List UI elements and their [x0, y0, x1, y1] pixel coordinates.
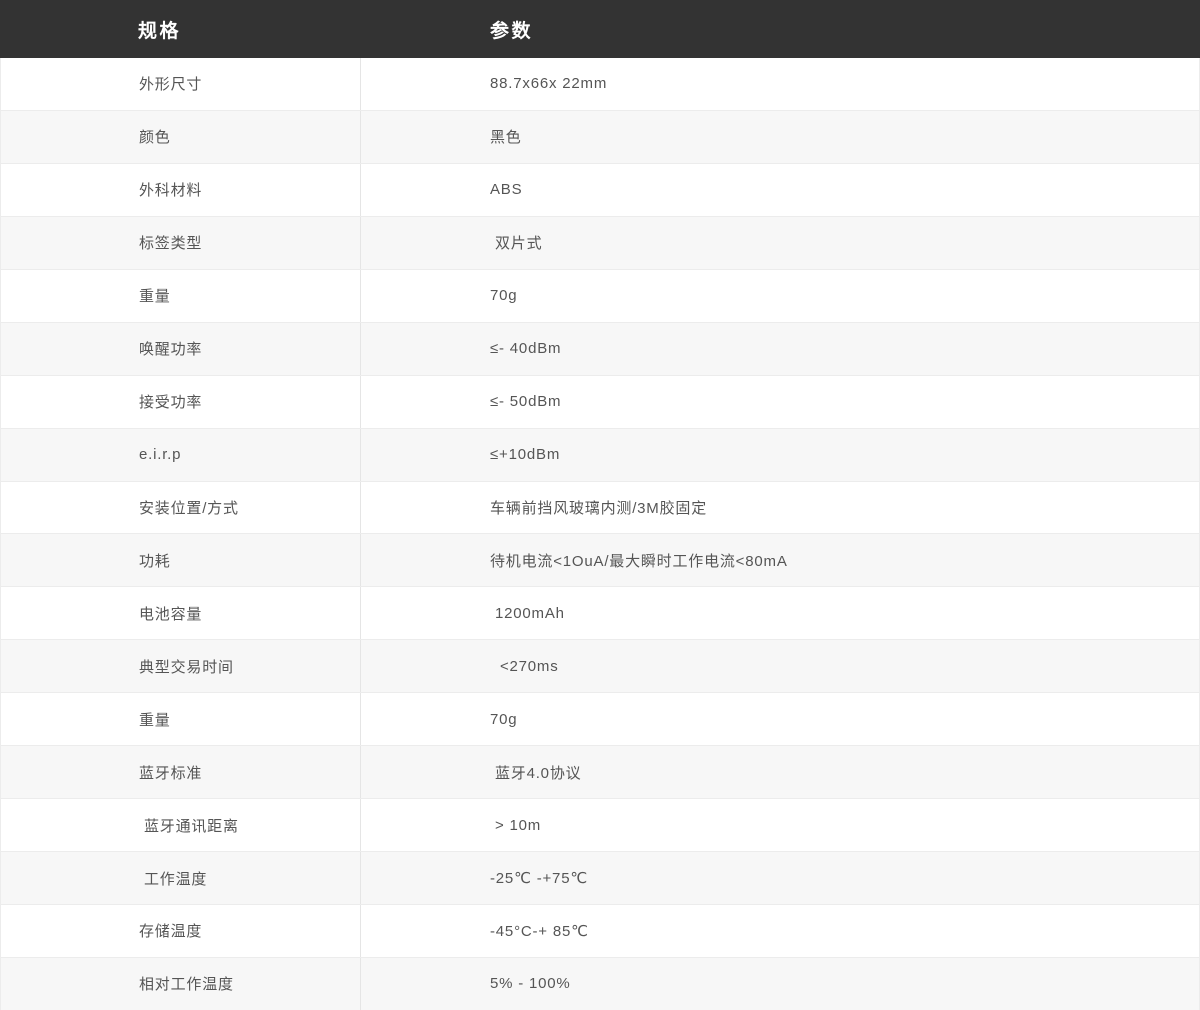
table-row: 唤醒功率 ≤- 40dBm [1, 323, 1199, 376]
table-row: 工作温度 -25℃ -+75℃ [1, 852, 1199, 905]
value-cell: 1200mAh [361, 587, 1199, 639]
table-row: 典型交易时间 <270ms [1, 640, 1199, 693]
value-cell: -45°C-+ 85℃ [361, 905, 1199, 957]
spec-cell: 重量 [1, 270, 361, 322]
value-cell: ≤+10dBm [361, 429, 1199, 481]
table-row: 蓝牙标准 蓝牙4.0协议 [1, 746, 1199, 799]
table-row: 相对工作温度 5% - 100% [1, 958, 1199, 1010]
value-cell: > 10m [361, 799, 1199, 851]
spec-cell: 蓝牙标准 [1, 746, 361, 798]
table-row: 电池容量 1200mAh [1, 587, 1199, 640]
value-cell: 蓝牙4.0协议 [361, 746, 1199, 798]
table-header: 规格 参数 [0, 0, 1200, 58]
table-row: 外形尺寸 88.7x66x 22mm [1, 58, 1199, 111]
value-cell: 待机电流<1OuA/最大瞬时工作电流<80mA [361, 534, 1199, 586]
table-row: e.i.r.p ≤+10dBm [1, 429, 1199, 482]
table-row: 外科材料 ABS [1, 164, 1199, 217]
value-cell: 88.7x66x 22mm [361, 58, 1199, 110]
spec-table: 规格 参数 外形尺寸 88.7x66x 22mm 颜色 黑色 外科材料 ABS … [0, 0, 1200, 1010]
table-row: 重量 70g [1, 693, 1199, 746]
table-row: 重量 70g [1, 270, 1199, 323]
spec-cell: 重量 [1, 693, 361, 745]
value-cell: -25℃ -+75℃ [361, 852, 1199, 904]
table-row: 存储温度 -45°C-+ 85℃ [1, 905, 1199, 958]
spec-cell: 相对工作温度 [1, 958, 361, 1010]
table-body: 外形尺寸 88.7x66x 22mm 颜色 黑色 外科材料 ABS 标签类型 双… [0, 58, 1200, 1010]
header-value-column: 参数 [360, 16, 1200, 43]
table-row: 功耗 待机电流<1OuA/最大瞬时工作电流<80mA [1, 534, 1199, 587]
value-cell: ABS [361, 164, 1199, 216]
table-row: 蓝牙通讯距离 > 10m [1, 799, 1199, 852]
value-cell: 70g [361, 693, 1199, 745]
spec-cell: 蓝牙通讯距离 [1, 799, 361, 851]
spec-cell: 外科材料 [1, 164, 361, 216]
spec-cell: 安装位置/方式 [1, 482, 361, 534]
value-cell: <270ms [361, 640, 1199, 692]
spec-cell: 接受功率 [1, 376, 361, 428]
value-cell: 双片式 [361, 217, 1199, 269]
table-row: 标签类型 双片式 [1, 217, 1199, 270]
value-cell: 5% - 100% [361, 958, 1199, 1010]
header-spec-column: 规格 [0, 16, 360, 43]
value-cell: ≤- 50dBm [361, 376, 1199, 428]
value-cell: 车辆前挡风玻璃内测/3M胶固定 [361, 482, 1199, 534]
spec-cell: 工作温度 [1, 852, 361, 904]
table-row: 颜色 黑色 [1, 111, 1199, 164]
value-cell: ≤- 40dBm [361, 323, 1199, 375]
spec-cell: 唤醒功率 [1, 323, 361, 375]
value-cell: 70g [361, 270, 1199, 322]
spec-cell: 标签类型 [1, 217, 361, 269]
spec-cell: 存储温度 [1, 905, 361, 957]
spec-cell: 功耗 [1, 534, 361, 586]
spec-cell: e.i.r.p [1, 429, 361, 481]
spec-cell: 颜色 [1, 111, 361, 163]
spec-cell: 典型交易时间 [1, 640, 361, 692]
table-row: 接受功率 ≤- 50dBm [1, 376, 1199, 429]
value-cell: 黑色 [361, 111, 1199, 163]
spec-cell: 电池容量 [1, 587, 361, 639]
table-row: 安装位置/方式 车辆前挡风玻璃内测/3M胶固定 [1, 482, 1199, 535]
spec-cell: 外形尺寸 [1, 58, 361, 110]
